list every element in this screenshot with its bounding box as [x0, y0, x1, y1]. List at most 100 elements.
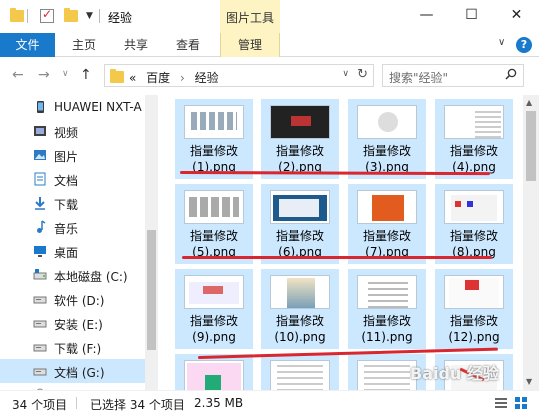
tab-view[interactable]: 查看 [166, 33, 210, 57]
breadcrumb-item[interactable]: 百度 [146, 71, 170, 85]
breadcrumb: « 百度 › 经验 [129, 69, 225, 86]
breadcrumb-item[interactable]: 经验 [195, 71, 219, 85]
pictures-folder-icon [34, 150, 46, 160]
file-tab[interactable]: 文件 [0, 33, 55, 57]
file-tile[interactable]: 指量修改 (6).png [261, 184, 339, 264]
sidebar-item[interactable]: 安装 (E:) [0, 311, 145, 335]
search-icon[interactable] [505, 68, 517, 80]
new-folder-icon[interactable] [64, 8, 78, 24]
scroll-down-icon[interactable]: ▼ [526, 377, 532, 386]
minimize-icon[interactable]: — [404, 0, 449, 30]
file-name-line: 指量修改 [275, 314, 324, 328]
downloads-icon [35, 197, 45, 210]
sidebar-item-label: 下载 (F:) [54, 342, 102, 356]
details-view-icon[interactable] [494, 396, 508, 410]
image-thumbnail [270, 105, 330, 139]
sidebar-scrollbar[interactable] [145, 95, 158, 390]
ribbon-expand-icon[interactable]: ∨ [498, 37, 505, 48]
tab-home[interactable]: 主页 [62, 33, 106, 57]
close-icon[interactable]: ✕ [494, 0, 539, 30]
sidebar-item[interactable]: CD 驱动器 (H:) [0, 383, 145, 390]
file-name: 指量修改 (2).png [261, 143, 339, 175]
file-tile[interactable]: 指量修改 (3).png [348, 99, 426, 179]
sidebar-item-label: 下载 [54, 198, 79, 212]
address-bar[interactable]: « 百度 › 经验 ∨ ↻ [104, 64, 374, 87]
maximize-icon[interactable]: ☐ [449, 0, 494, 30]
image-thumbnail [357, 360, 417, 390]
sidebar-item[interactable]: 本地磁盘 (C:) [0, 263, 145, 287]
search-input[interactable]: 搜索"经验" [389, 69, 448, 86]
sidebar-item[interactable]: 图片 [0, 143, 145, 167]
quick-access-dropdown-icon[interactable]: ▼ [86, 8, 93, 24]
sidebar-item[interactable]: 下载 [0, 191, 145, 215]
file-name: 指量修改 (4).png [435, 143, 513, 175]
system-drive-icon [33, 269, 47, 280]
music-icon [37, 220, 46, 233]
file-tile[interactable] [261, 354, 339, 390]
scroll-up-icon[interactable]: ▲ [526, 98, 532, 107]
help-icon[interactable]: ? [516, 37, 532, 53]
selection-size: 2.35 MB [194, 396, 244, 410]
sidebar-item-label: 桌面 [54, 246, 79, 260]
search-box[interactable]: 搜索"经验" [382, 64, 524, 87]
sidebar-item[interactable]: 文档 (G:) [0, 359, 145, 383]
large-icons-view-icon[interactable] [514, 396, 528, 410]
file-tile[interactable]: 指量修改 (11).png [348, 269, 426, 349]
content-scroll-thumb[interactable] [526, 111, 536, 181]
forward-icon[interactable]: → [38, 67, 50, 83]
watermark: Baidu 经验 [410, 364, 499, 383]
file-tile[interactable]: 指量修改 (12).png [435, 269, 513, 349]
selection-count: 已选择 34 个项目 [90, 398, 185, 412]
file-name: 指量修改 (3).png [348, 143, 426, 175]
image-thumbnail [184, 275, 244, 309]
refresh-icon[interactable]: ↻ [357, 67, 368, 82]
file-tile[interactable] [175, 354, 253, 390]
file-name-line: 指量修改 [189, 229, 238, 243]
file-name-line: 指量修改 [362, 314, 411, 328]
sidebar-item[interactable]: 音乐 [0, 215, 145, 239]
file-name: 指量修改 (11).png [348, 313, 426, 345]
sidebar-item[interactable]: 视频 [0, 119, 145, 143]
breadcrumb-overflow[interactable]: « [129, 71, 136, 85]
file-name: 指量修改 (12).png [435, 313, 513, 345]
sidebar-item-label: 文档 (G:) [54, 366, 105, 380]
file-name: 指量修改 (9).png [175, 313, 253, 345]
sidebar-item[interactable]: HUAWEI NXT-A [0, 95, 145, 119]
up-icon[interactable]: ↑ [80, 67, 92, 83]
tab-manage[interactable]: 管理 [220, 33, 280, 57]
file-tile[interactable]: 指量修改 (10).png [261, 269, 339, 349]
sidebar-scroll-thumb[interactable] [147, 230, 156, 350]
file-name-line: 指量修改 [275, 229, 324, 243]
sidebar-item-label: 安装 (E:) [54, 318, 103, 332]
sidebar-item[interactable]: 桌面 [0, 239, 145, 263]
sidebar-item[interactable]: 软件 (D:) [0, 287, 145, 311]
sidebar-item-label: HUAWEI NXT-A [54, 100, 142, 114]
file-name-line: (11).png [361, 330, 413, 344]
picture-tools-context: 图片工具 [220, 0, 280, 33]
recent-locations-icon[interactable]: ∨ [62, 69, 69, 79]
folder-icon [110, 69, 124, 83]
file-tile[interactable]: 指量修改 (1).png [175, 99, 253, 179]
content-scrollbar[interactable]: ▲ ▼ [523, 95, 539, 390]
file-name: 指量修改 (10).png [261, 313, 339, 345]
image-thumbnail [270, 190, 330, 224]
file-tile[interactable]: 指量修改 (2).png [261, 99, 339, 179]
sidebar-item[interactable]: 下载 (F:) [0, 335, 145, 359]
file-tile[interactable]: 指量修改 (4).png [435, 99, 513, 179]
file-tile[interactable]: 指量修改 (7).png [348, 184, 426, 264]
file-name-line: 指量修改 [449, 144, 498, 158]
title-bar: ▼ 经验 图片工具 — ☐ ✕ [0, 0, 539, 33]
drive-icon [33, 368, 47, 376]
file-tile[interactable]: 指量修改 (5).png [175, 184, 253, 264]
image-thumbnail [357, 190, 417, 224]
properties-icon[interactable] [40, 7, 54, 24]
address-dropdown-icon[interactable]: ∨ [342, 69, 349, 79]
tab-share[interactable]: 共享 [114, 33, 158, 57]
separator [99, 8, 100, 24]
sidebar-item[interactable]: 文档 [0, 167, 145, 191]
back-icon[interactable]: ← [12, 67, 24, 83]
file-tile[interactable]: 指量修改 (9).png [175, 269, 253, 349]
file-tile[interactable]: 指量修改 (8).png [435, 184, 513, 264]
file-name-line: (12).png [448, 330, 500, 344]
file-name-line: (9).png [192, 330, 236, 344]
